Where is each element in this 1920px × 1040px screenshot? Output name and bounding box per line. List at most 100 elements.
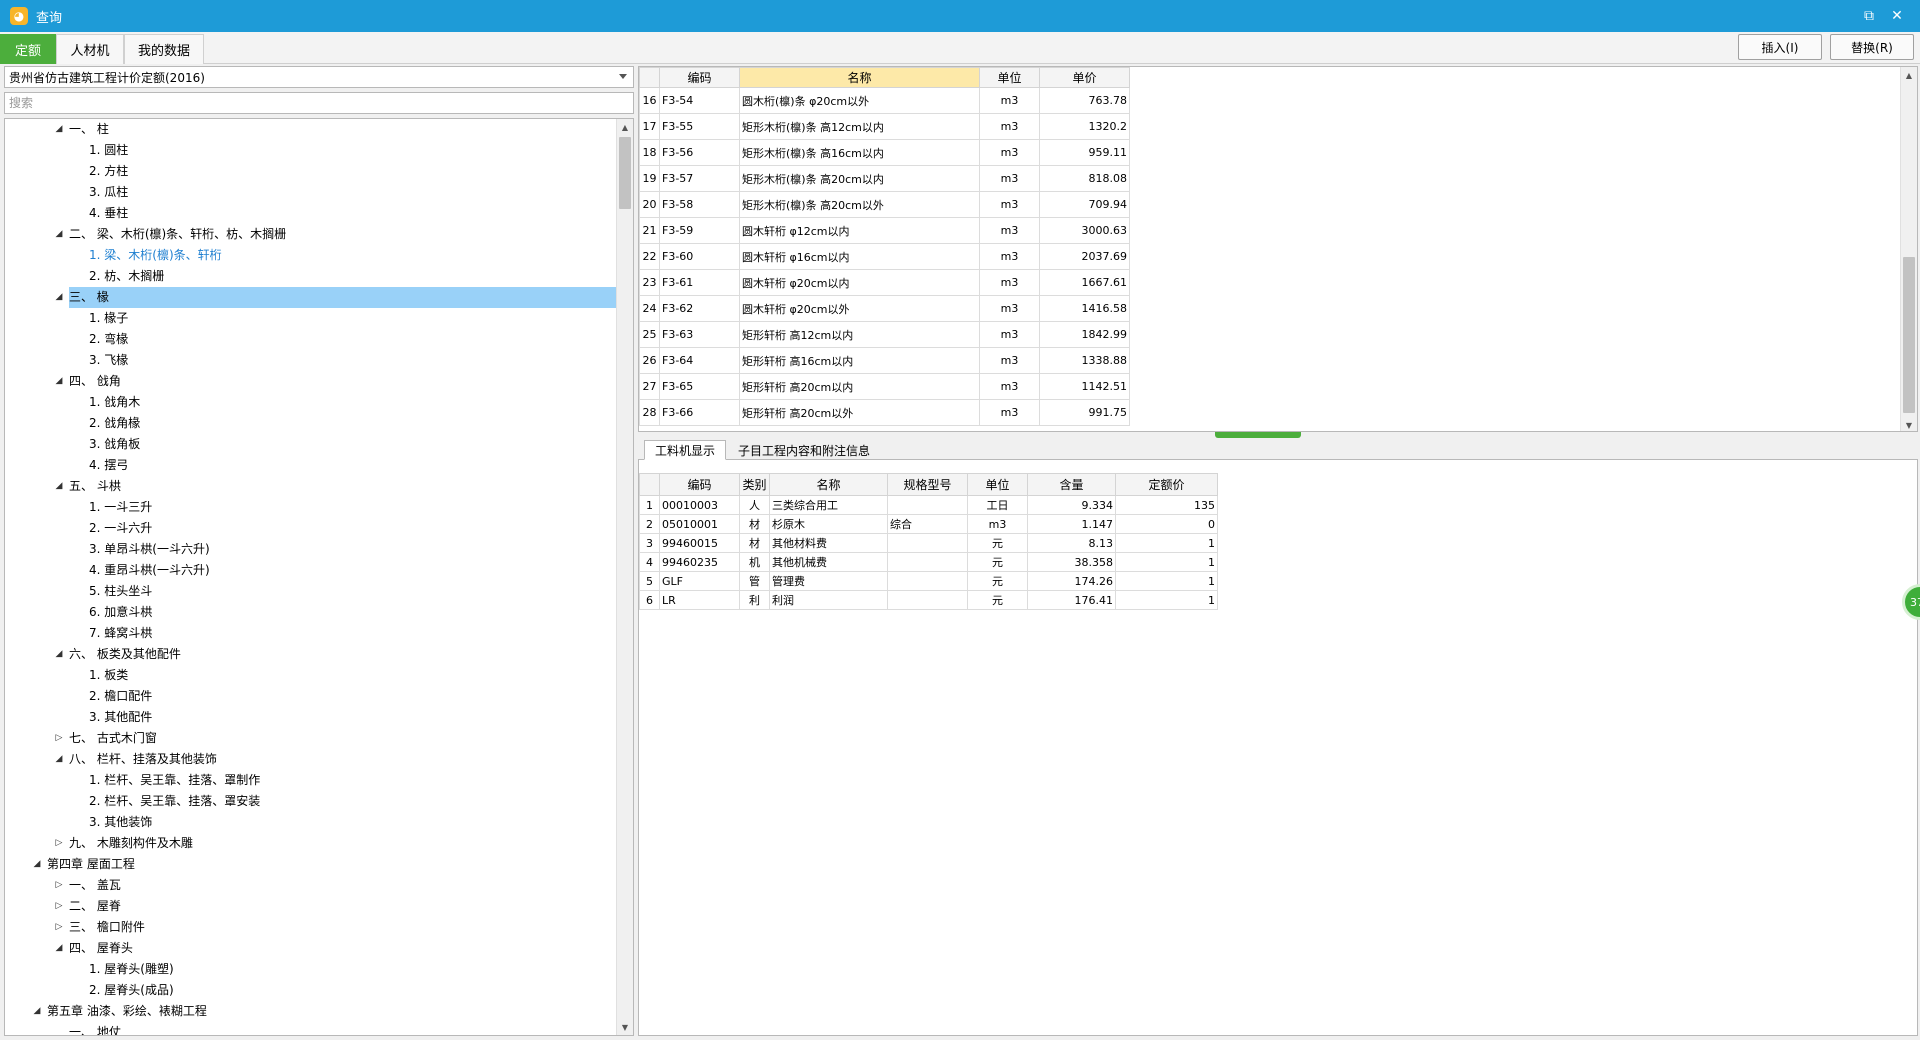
tree-node[interactable]: ◢ 三、 椽	[5, 287, 617, 308]
tree-node[interactable]: 6. 加意斗栱	[5, 602, 617, 623]
column-header[interactable]: 编码	[659, 473, 740, 496]
table-row[interactable]: 24 F3-62 圆木轩桁 φ20cm以外 m3 1416.58	[639, 295, 1130, 322]
collapse-icon[interactable]: ◢	[53, 287, 65, 308]
table-row[interactable]: 20 F3-58 矩形木桁(檩)条 高20cm以外 m3 709.94	[639, 191, 1130, 218]
column-header[interactable]	[639, 473, 660, 496]
column-header[interactable]: 定额价	[1115, 473, 1218, 496]
scroll-up-icon[interactable]: ▲	[1901, 67, 1917, 83]
tree-node[interactable]: ▷ 一、 盖瓦	[5, 875, 617, 896]
scroll-up-icon[interactable]: ▲	[617, 119, 633, 135]
tree-node[interactable]: 4. 垂柱	[5, 203, 617, 224]
tree-node[interactable]: 3. 单昂斗栱(一斗六升)	[5, 539, 617, 560]
tab-quota[interactable]: 定额	[0, 34, 56, 64]
column-header[interactable]: 编码	[659, 67, 740, 88]
tree-node[interactable]: 3. 其他配件	[5, 707, 617, 728]
tree-node[interactable]: ▷ 九、 木雕刻构件及木雕	[5, 833, 617, 854]
tree-node[interactable]: 1. 椽子	[5, 308, 617, 329]
collapse-icon[interactable]: ◢	[53, 749, 65, 770]
tree-node[interactable]: ◢ 四、 屋脊头	[5, 938, 617, 959]
tree-node[interactable]: 4. 重昂斗栱(一斗六升)	[5, 560, 617, 581]
scroll-down-icon[interactable]: ▼	[1901, 417, 1917, 431]
collapse-icon[interactable]: ◢	[53, 224, 65, 245]
column-header[interactable]	[639, 67, 660, 88]
search-input[interactable]	[4, 92, 634, 114]
tab-resource-display[interactable]: 工料机显示	[644, 440, 726, 460]
tree-node[interactable]: 2. 戗角椽	[5, 413, 617, 434]
tree-node[interactable]: 1. 板类	[5, 665, 617, 686]
column-header[interactable]: 规格型号	[887, 473, 968, 496]
table-row[interactable]: 28 F3-66 矩形轩桁 高20cm以外 m3 991.75	[639, 399, 1130, 426]
tree-node[interactable]: ▷ 七、 古式木门窗	[5, 728, 617, 749]
expand-icon[interactable]: ▷	[53, 875, 65, 896]
column-header[interactable]: 单位	[967, 473, 1028, 496]
table-row[interactable]: 19 F3-57 矩形木桁(檩)条 高20cm以内 m3 818.08	[639, 165, 1130, 192]
insert-button[interactable]: 插入(I)	[1738, 34, 1822, 60]
tab-work-content[interactable]: 子目工程内容和附注信息	[730, 440, 878, 460]
tree-node[interactable]: 3. 瓜柱	[5, 182, 617, 203]
table-row[interactable]: 25 F3-63 矩形轩桁 高12cm以内 m3 1842.99	[639, 321, 1130, 348]
tree-node[interactable]: 2. 弯椽	[5, 329, 617, 350]
tree-node[interactable]: 3. 飞椽	[5, 350, 617, 371]
table-row[interactable]: 2 05010001 材杉原木 综合 m3 1.147 0	[639, 514, 1218, 534]
tree-node[interactable]: ◢ 五、 斗栱	[5, 476, 617, 497]
collapse-icon[interactable]: ◢	[31, 854, 43, 875]
column-header[interactable]: 名称	[739, 67, 980, 88]
column-header[interactable]: 单位	[979, 67, 1040, 88]
collapse-icon[interactable]: ◢	[53, 119, 65, 140]
column-header[interactable]: 含量	[1027, 473, 1116, 496]
tree-node[interactable]: ▷ 三、 檐口附件	[5, 917, 617, 938]
tree-node[interactable]: 1. 圆柱	[5, 140, 617, 161]
collapse-icon[interactable]: ◢	[53, 371, 65, 392]
tree-node[interactable]: ◢ 第四章 屋面工程	[5, 854, 617, 875]
table-row[interactable]: 6 LR 利利润 元 176.41 1	[639, 590, 1218, 610]
quota-scrollbar[interactable]: ▲ ▼	[1900, 67, 1917, 431]
tree-node[interactable]: 1. 戗角木	[5, 392, 617, 413]
scroll-down-icon[interactable]: ▼	[617, 1019, 633, 1035]
tree-node[interactable]: ▷ 二、 屋脊	[5, 896, 617, 917]
table-row[interactable]: 21 F3-59 圆木轩桁 φ12cm以内 m3 3000.63	[639, 217, 1130, 244]
replace-button[interactable]: 替换(R)	[1830, 34, 1914, 60]
table-row[interactable]: 1 00010003 人三类综合用工 工日 9.334 135	[639, 495, 1218, 515]
tree-scrollbar[interactable]: ▲ ▼	[616, 119, 633, 1035]
table-row[interactable]: 27 F3-65 矩形轩桁 高20cm以内 m3 1142.51	[639, 373, 1130, 400]
collapse-icon[interactable]: ◢	[53, 476, 65, 497]
expand-icon[interactable]: ▷	[53, 728, 65, 749]
tree-node[interactable]: 1. 一斗三升	[5, 497, 617, 518]
tree-node[interactable]: 2. 檐口配件	[5, 686, 617, 707]
expand-icon[interactable]: ▷	[53, 833, 65, 854]
tree-node[interactable]: 2. 枋、木搁栅	[5, 266, 617, 287]
table-row[interactable]: 18 F3-56 矩形木桁(檩)条 高16cm以内 m3 959.11	[639, 139, 1130, 166]
scroll-thumb[interactable]	[619, 137, 631, 209]
tree-node[interactable]: ◢ 六、 板类及其他配件	[5, 644, 617, 665]
expand-icon[interactable]: ▷	[53, 917, 65, 938]
table-row[interactable]: 17 F3-55 矩形木桁(檩)条 高12cm以内 m3 1320.2	[639, 113, 1130, 140]
tree-node[interactable]: ◢ 第五章 油漆、彩绘、裱糊工程	[5, 1001, 617, 1022]
table-row[interactable]: 3 99460015 材其他材料费 元 8.13 1	[639, 533, 1218, 553]
column-header[interactable]: 类别	[739, 473, 770, 496]
tree-node[interactable]: 2. 一斗六升	[5, 518, 617, 539]
library-select[interactable]: 贵州省仿古建筑工程计价定额(2016)	[4, 66, 634, 88]
tree-node[interactable]: 1. 梁、木桁(檩)条、轩桁	[5, 245, 617, 266]
tree-node[interactable]: ◢ 一、 柱	[5, 119, 617, 140]
table-row[interactable]: 16 F3-54 圆木桁(檩)条 φ20cm以外 m3 763.78	[639, 87, 1130, 114]
tab-resources[interactable]: 人材机	[56, 34, 124, 64]
tree-node[interactable]: 7. 蜂窝斗栱	[5, 623, 617, 644]
tab-my-data[interactable]: 我的数据	[124, 34, 204, 64]
tree-node[interactable]: 4. 摆弓	[5, 455, 617, 476]
close-icon[interactable]: ✕	[1880, 0, 1914, 32]
column-header[interactable]: 单价	[1039, 67, 1130, 88]
collapse-icon[interactable]: ◢	[31, 1001, 43, 1022]
table-row[interactable]: 23 F3-61 圆木轩桁 φ20cm以内 m3 1667.61	[639, 269, 1130, 296]
tree-node[interactable]: 1. 栏杆、吴王靠、挂落、罩制作	[5, 770, 617, 791]
scroll-thumb[interactable]	[1903, 257, 1915, 413]
column-header[interactable]: 名称	[769, 473, 888, 496]
collapse-icon[interactable]: ◢	[53, 644, 65, 665]
tree-node[interactable]: 3. 戗角板	[5, 434, 617, 455]
table-row[interactable]: 26 F3-64 矩形轩桁 高16cm以内 m3 1338.88	[639, 347, 1130, 374]
tree-node[interactable]: 5. 柱头坐斗	[5, 581, 617, 602]
table-row[interactable]: 4 99460235 机其他机械费 元 38.358 1	[639, 552, 1218, 572]
collapse-icon[interactable]: ◢	[53, 938, 65, 959]
tree-node[interactable]: 2. 栏杆、吴王靠、挂落、罩安装	[5, 791, 617, 812]
tree-node[interactable]: 一、 地仗	[5, 1022, 617, 1035]
tree-node[interactable]: 3. 其他装饰	[5, 812, 617, 833]
